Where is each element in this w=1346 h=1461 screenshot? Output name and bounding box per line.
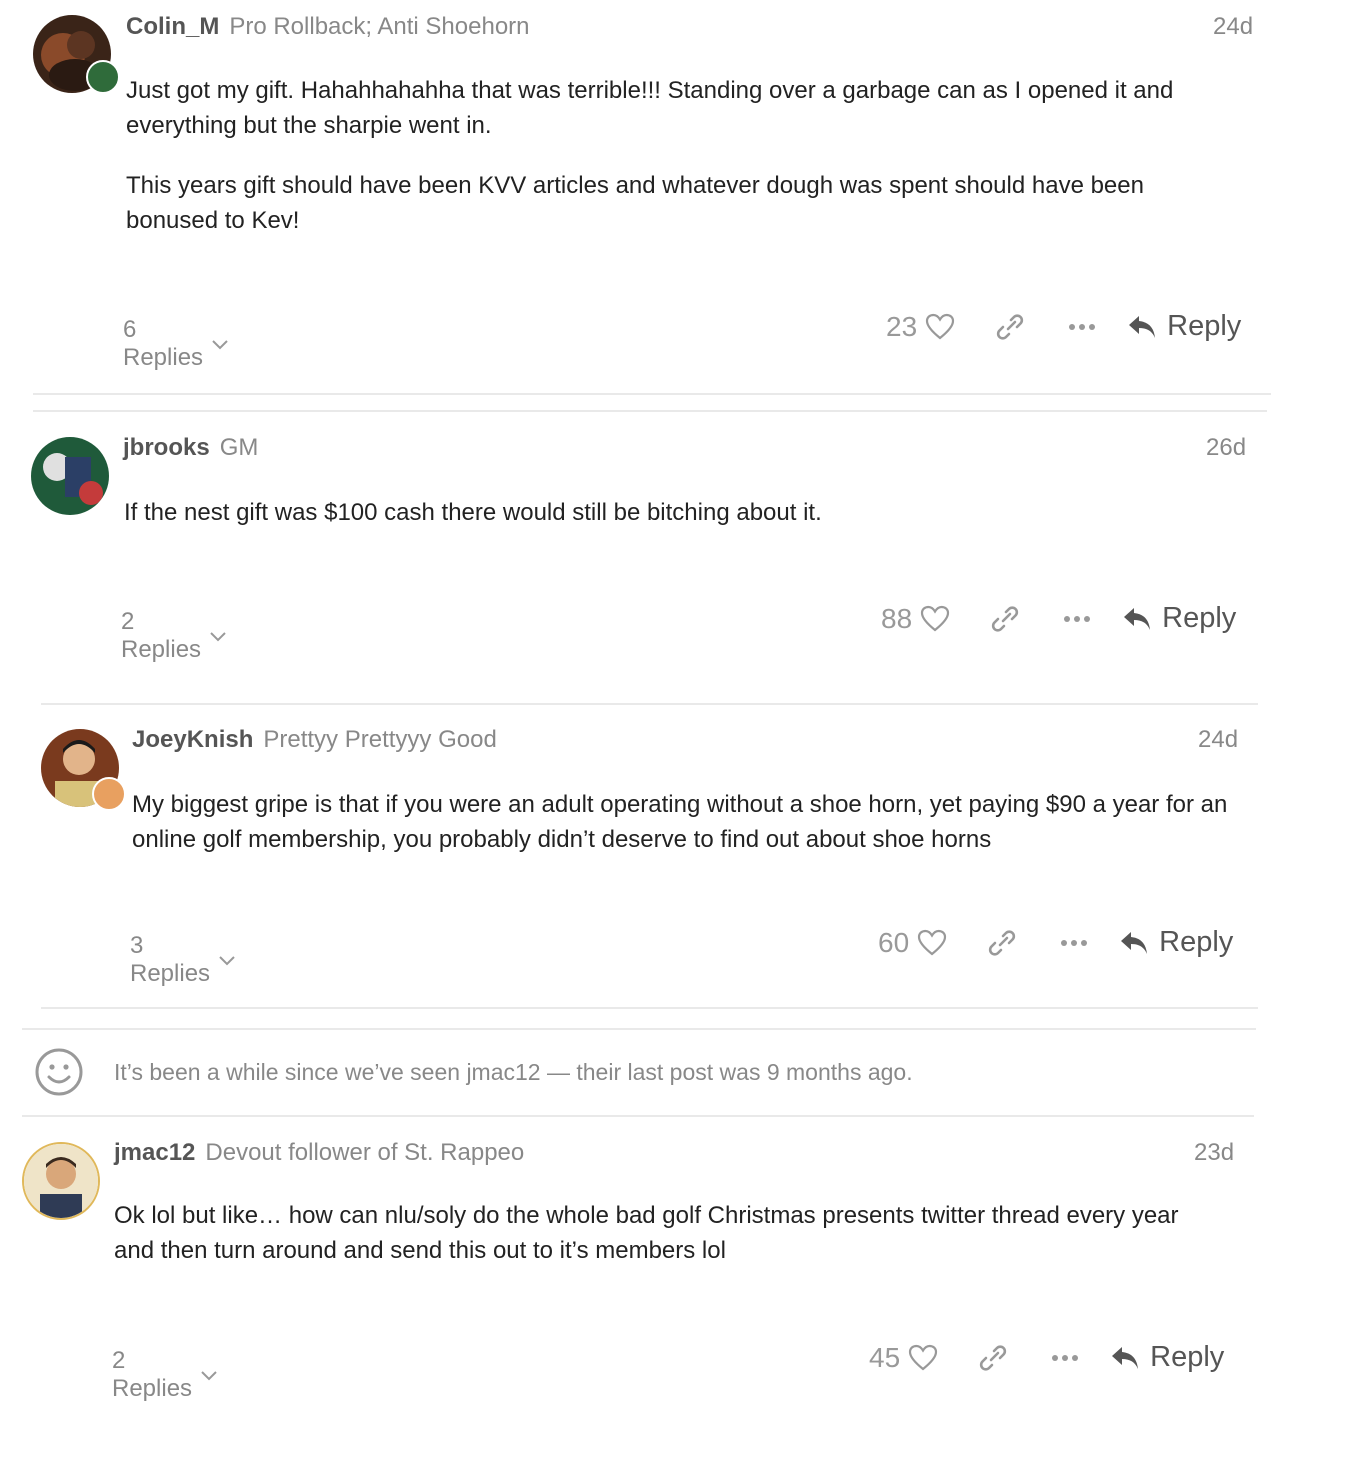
replies-toggle[interactable]: 2 Replies: [112, 1347, 218, 1403]
ellipsis-icon[interactable]: [1050, 1353, 1080, 1363]
reply-label: Reply: [1167, 310, 1242, 342]
username[interactable]: Colin_M: [126, 13, 219, 40]
link-icon[interactable]: [987, 928, 1017, 958]
post-divider: [33, 410, 1267, 412]
reply-button[interactable]: Reply: [1110, 1341, 1224, 1374]
replies-count: 6 Replies: [123, 316, 204, 371]
like-count: 88: [881, 602, 913, 634]
post-divider: [22, 1028, 1256, 1030]
like-count: 23: [886, 310, 918, 342]
post-date[interactable]: 26d: [1206, 434, 1246, 462]
post-header: jmac12 Devout follower of St. Rappeo: [114, 1139, 524, 1167]
user-title: Prettyy Prettyyy Good: [263, 726, 497, 753]
post-paragraph: Ok lol but like… how can nlu/soly do the…: [114, 1202, 1179, 1264]
replies-count: 2 Replies: [121, 608, 202, 663]
post-body: Ok lol but like… how can nlu/soly do the…: [114, 1198, 1224, 1293]
reply-arrow-icon: [1119, 930, 1149, 956]
post-actions: 45 Reply: [869, 1341, 1224, 1374]
replies-toggle[interactable]: 3 Replies: [130, 932, 236, 988]
link-icon[interactable]: [978, 1343, 1008, 1373]
post-actions: 88 Reply: [881, 602, 1236, 635]
reply-label: Reply: [1162, 602, 1237, 634]
post-body: My biggest gripe is that if you were an …: [132, 787, 1242, 882]
post-divider: [41, 1007, 1258, 1009]
like-count: 45: [869, 1341, 901, 1373]
post-divider: [22, 1115, 1254, 1117]
user-title: Pro Rollback; Anti Shoehorn: [229, 13, 530, 40]
replies-toggle[interactable]: 6 Replies: [123, 316, 229, 372]
like-button[interactable]: 23: [886, 311, 955, 343]
like-button[interactable]: 88: [881, 603, 950, 635]
replies-toggle[interactable]: 2 Replies: [121, 608, 227, 664]
link-icon[interactable]: [990, 604, 1020, 634]
reply-button[interactable]: Reply: [1119, 926, 1233, 959]
heart-icon: [925, 313, 955, 341]
reply-label: Reply: [1159, 926, 1234, 958]
heart-icon: [920, 605, 950, 633]
post-divider: [41, 703, 1258, 705]
group-flair-badge: [92, 777, 126, 811]
post-header: Colin_M Pro Rollback; Anti Shoehorn: [126, 13, 530, 41]
reply-label: Reply: [1150, 1341, 1225, 1373]
heart-icon: [908, 1344, 938, 1372]
post-header: JoeyKnish Prettyy Prettyyy Good: [132, 726, 497, 754]
group-flair-badge: [86, 60, 120, 94]
post-header: jbrooks GM: [123, 434, 258, 462]
post-actions: 60 Reply: [878, 926, 1233, 959]
chevron-down-icon: [200, 1369, 218, 1381]
post-date[interactable]: 23d: [1194, 1139, 1234, 1167]
post-paragraph: My biggest gripe is that if you were an …: [132, 791, 1228, 853]
username[interactable]: jmac12: [114, 1139, 195, 1166]
inactive-user-notice: It’s been a while since we’ve seen jmac1…: [34, 1047, 913, 1097]
reply-arrow-icon: [1127, 314, 1157, 340]
ellipsis-icon[interactable]: [1062, 614, 1092, 624]
username[interactable]: jbrooks: [123, 434, 210, 461]
ellipsis-icon[interactable]: [1067, 322, 1097, 332]
chevron-down-icon: [218, 954, 236, 966]
post-body: If the nest gift was $100 cash there wou…: [124, 495, 1234, 555]
user-title: Devout follower of St. Rappeo: [205, 1139, 525, 1166]
notice-text: It’s been a while since we’ve seen jmac1…: [114, 1058, 913, 1085]
link-icon[interactable]: [995, 312, 1025, 342]
avatar[interactable]: [22, 1142, 100, 1220]
like-count: 60: [878, 926, 910, 958]
like-button[interactable]: 45: [869, 1342, 938, 1374]
post-paragraph: If the nest gift was $100 cash there wou…: [124, 499, 822, 526]
avatar[interactable]: [31, 437, 109, 515]
post-paragraph: This years gift should have been KVV art…: [126, 172, 1144, 234]
post-date[interactable]: 24d: [1213, 13, 1253, 41]
post-actions: 23 Reply: [886, 310, 1241, 343]
ellipsis-icon[interactable]: [1059, 938, 1089, 948]
post-paragraph: Just got my gift. Hahahhahahha that was …: [126, 77, 1174, 139]
heart-icon: [917, 929, 947, 957]
username[interactable]: JoeyKnish: [132, 726, 253, 753]
like-button[interactable]: 60: [878, 927, 947, 959]
post-date[interactable]: 24d: [1198, 726, 1238, 754]
reply-arrow-icon: [1122, 606, 1152, 632]
replies-count: 2 Replies: [112, 1347, 193, 1402]
replies-count: 3 Replies: [130, 932, 211, 987]
post-body: Just got my gift. Hahahhahahha that was …: [126, 73, 1236, 263]
reply-button[interactable]: Reply: [1127, 310, 1241, 343]
user-title: GM: [219, 434, 259, 461]
reply-arrow-icon: [1110, 1345, 1140, 1371]
post-divider: [33, 393, 1271, 395]
chevron-down-icon: [211, 338, 229, 350]
smiley-icon: [34, 1047, 84, 1097]
reply-button[interactable]: Reply: [1122, 602, 1236, 635]
chevron-down-icon: [209, 630, 227, 642]
